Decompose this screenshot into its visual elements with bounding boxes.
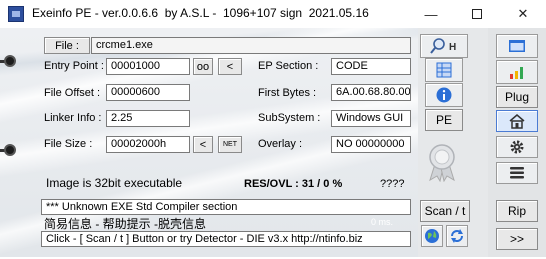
home-icon — [509, 114, 525, 129]
file-offset-field[interactable]: 00000600 — [106, 84, 190, 101]
file-size-arrow-button[interactable]: < — [193, 136, 213, 153]
file-offset-label: File Offset : — [44, 87, 101, 99]
refresh-icon — [451, 229, 463, 243]
web-button[interactable] — [421, 225, 443, 247]
pin-icon — [4, 55, 16, 67]
window-icon — [509, 40, 525, 52]
info-icon — [436, 87, 452, 103]
linker-info-field[interactable]: 2.25 — [106, 110, 190, 127]
pe-button[interactable]: PE — [425, 109, 463, 131]
subsystem-field[interactable]: Windows GUI — [331, 110, 411, 127]
unknown-marker: ???? — [380, 178, 405, 190]
search-h-label: H — [449, 42, 456, 53]
entry-point-arrow-button[interactable]: < — [218, 58, 242, 75]
entry-point-label: Entry Point : — [44, 60, 104, 72]
home-button[interactable] — [496, 110, 538, 132]
timer-text: 0 ms. — [371, 217, 394, 227]
ep-section-field[interactable]: CODE — [331, 58, 411, 75]
hint-field[interactable]: Click - [ Scan / t ] Button or try Detec… — [41, 231, 411, 247]
first-bytes-field[interactable]: 6A.00.68.80.00 — [331, 84, 411, 101]
globe-icon — [425, 229, 439, 243]
title-bar: Exeinfo PE - ver.0.0.6.6 by A.S.L - 1096… — [0, 0, 546, 28]
menu-button[interactable] — [496, 162, 538, 184]
first-bytes-label: First Bytes : — [258, 87, 317, 99]
table-icon — [436, 62, 452, 78]
maximize-button[interactable] — [454, 0, 500, 28]
info-links-text[interactable]: 简易信息 - 帮助提示 -脱壳信息 — [44, 215, 206, 232]
detection-result-field[interactable]: *** Unknown EXE Std Compiler section — [41, 199, 411, 215]
image-status-text: Image is 32bit executable — [46, 176, 183, 190]
search-icon: H — [430, 38, 456, 54]
pin-icon — [4, 144, 16, 156]
settings-button[interactable] — [496, 136, 538, 158]
scan-button[interactable]: Scan / t — [420, 200, 470, 222]
ep-section-label: EP Section : — [258, 60, 319, 72]
entry-point-field[interactable]: 00001000 — [106, 58, 190, 75]
file-size-field[interactable]: 00002000h — [106, 136, 190, 153]
medal-icon — [429, 144, 455, 182]
list-icon — [510, 167, 524, 179]
stats-button[interactable] — [496, 60, 538, 84]
app-icon — [8, 6, 24, 22]
file-button[interactable]: File : — [44, 37, 90, 54]
res-ovl-text: RES/OVL : 31 / 0 % — [244, 178, 343, 190]
plug-button[interactable]: Plug — [496, 86, 538, 108]
sections-button[interactable] — [425, 58, 463, 82]
overlay-label: Overlay : — [258, 138, 303, 150]
open-file-button[interactable] — [496, 34, 538, 58]
close-button[interactable]: ✕ — [500, 0, 546, 28]
window-title: Exeinfo PE - ver.0.0.6.6 by A.S.L - 1096… — [32, 6, 369, 20]
file-path-field[interactable]: crcme1.exe — [91, 37, 411, 54]
file-size-label: File Size : — [44, 138, 93, 150]
search-button[interactable]: H — [420, 34, 468, 58]
rip-button[interactable]: Rip — [496, 200, 538, 222]
minimize-button[interactable]: — — [408, 0, 454, 28]
net-button[interactable]: NET — [218, 136, 242, 153]
overlay-field[interactable]: NO 00000000 — [331, 136, 411, 153]
linker-info-label: Linker Info : — [44, 112, 102, 124]
bar-chart-icon — [510, 67, 523, 79]
subsystem-label: SubSystem : — [258, 112, 321, 124]
refresh-button[interactable] — [446, 225, 468, 247]
info-button[interactable] — [425, 83, 463, 107]
next-button[interactable]: >> — [496, 228, 538, 250]
maximize-icon — [472, 9, 482, 19]
gear-icon — [510, 140, 524, 154]
oo-button[interactable]: oo — [193, 58, 213, 75]
